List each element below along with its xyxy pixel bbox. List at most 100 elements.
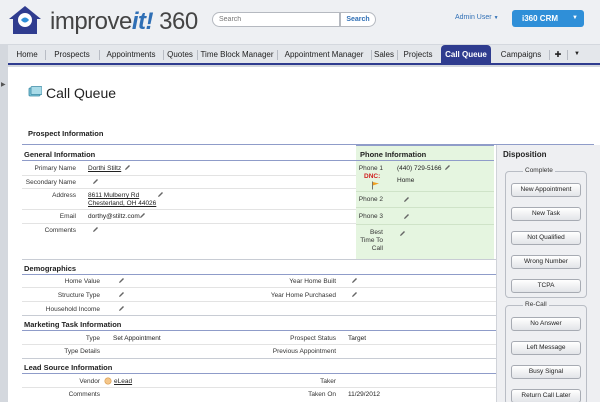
logo-wordmark: improveit! 360: [50, 8, 198, 35]
best-time-label-line2: Time To: [360, 237, 383, 244]
row-divider: [22, 209, 356, 210]
edit-pencil-icon[interactable]: [118, 277, 125, 284]
nav-sales[interactable]: Sales: [372, 45, 396, 64]
divider: [22, 315, 496, 316]
vendor-value[interactable]: eLead: [114, 378, 132, 385]
divider: [22, 373, 496, 374]
disposition-panel: Disposition Complete New Appointment New…: [496, 145, 600, 402]
disposition-title: Disposition: [503, 150, 547, 159]
nav-projects[interactable]: Projects: [398, 45, 438, 64]
address-line2[interactable]: Chesterland, OH 44026: [88, 200, 156, 207]
divider: [22, 160, 356, 161]
general-info-heading: General Information: [24, 150, 96, 159]
add-icon[interactable]: ✚: [550, 45, 566, 64]
household-income-label: Household Income: [45, 306, 100, 313]
phone1-value[interactable]: (440) 729-5166: [397, 165, 441, 172]
edit-pencil-icon[interactable]: [92, 178, 99, 185]
chevron-down-icon: ▼: [572, 15, 578, 21]
previous-appointment-label: Previous Appointment: [272, 348, 336, 355]
busy-signal-button[interactable]: Busy Signal: [511, 365, 581, 379]
user-menu[interactable]: Admin User ▼: [455, 14, 499, 21]
wrong-number-button[interactable]: Wrong Number: [511, 255, 581, 269]
edit-pencil-icon[interactable]: [403, 213, 410, 220]
left-message-button[interactable]: Left Message: [511, 341, 581, 355]
row-divider: [356, 224, 494, 225]
type-label: Type: [85, 335, 100, 342]
structure-type-label: Structure Type: [57, 292, 100, 299]
nav-time-block-manager[interactable]: Time Block Manager: [198, 45, 276, 64]
not-qualified-button[interactable]: Not Qualified: [511, 231, 581, 245]
edit-pencil-icon[interactable]: [351, 277, 358, 284]
row-divider: [356, 191, 494, 192]
complete-legend: Complete: [523, 167, 555, 174]
improveit-logo[interactable]: improveit! 360: [6, 4, 198, 38]
row-divider: [22, 301, 496, 302]
taken-on-label: Taken On: [308, 391, 336, 398]
phone-info-heading: Phone Information: [360, 150, 427, 159]
more-menu-icon[interactable]: ▼: [570, 45, 584, 64]
nav-appointments[interactable]: Appointments: [100, 45, 162, 64]
vendor-icon: [104, 377, 112, 385]
best-time-label-line3: Call: [371, 245, 383, 252]
primary-name-label: Primary Name: [34, 165, 76, 172]
nav-call-queue[interactable]: Call Queue: [441, 45, 491, 64]
row-divider: [356, 207, 494, 208]
row-divider: [22, 344, 496, 345]
nav-divider: [567, 50, 568, 60]
taken-on-value: 11/29/2012: [348, 391, 381, 398]
vendor-label: Vendor: [79, 378, 100, 385]
tcpa-button[interactable]: TCPA: [511, 279, 581, 293]
new-task-button[interactable]: New Task: [511, 207, 581, 221]
dnc-flag-icon[interactable]: [371, 181, 380, 190]
no-answer-button[interactable]: No Answer: [511, 317, 581, 331]
address-line1[interactable]: 8611 Mulberry Rd: [88, 192, 139, 199]
phone-info-panel: Phone Information Phone 1 DNC: (440) 729…: [356, 145, 494, 259]
edit-pencil-icon[interactable]: [444, 164, 451, 171]
lead-comments-label: Comments: [68, 391, 100, 398]
search-button[interactable]: Search: [340, 12, 376, 27]
secondary-name-label: Secondary Name: [25, 179, 76, 186]
nav-campaigns[interactable]: Campaigns: [494, 45, 548, 64]
email-value[interactable]: dorthy@stiltz.com: [88, 213, 140, 220]
nav-prospects[interactable]: Prospects: [46, 45, 98, 64]
edit-pencil-icon[interactable]: [399, 230, 406, 237]
year-built-label: Year Home Built: [289, 278, 336, 285]
edit-pencil-icon[interactable]: [124, 164, 131, 171]
divider: [22, 259, 496, 260]
edit-pencil-icon[interactable]: [92, 226, 99, 233]
nav-appointment-manager[interactable]: Appointment Manager: [278, 45, 370, 64]
demographics-heading: Demographics: [24, 264, 77, 273]
comments-label: Comments: [44, 227, 76, 234]
edit-pencil-icon[interactable]: [139, 212, 146, 219]
email-label: Email: [59, 213, 76, 220]
edit-pencil-icon[interactable]: [157, 191, 164, 198]
call-queue-icon: [28, 86, 42, 97]
divider: [22, 274, 496, 275]
primary-name-value[interactable]: Dorthi Stiltz: [88, 165, 121, 172]
house-logo-icon: [9, 6, 41, 34]
page-title: Call Queue: [28, 85, 116, 101]
phone1-label: Phone 1: [358, 165, 383, 172]
prospect-status-value: Target: [348, 335, 367, 342]
chevron-right-icon: ▶: [1, 82, 6, 88]
app-switcher-button[interactable]: i360 CRM ▼: [512, 10, 584, 27]
search-input[interactable]: [212, 12, 340, 27]
year-purchased-label: Year Home Purchased: [270, 292, 336, 299]
edit-pencil-icon[interactable]: [118, 291, 125, 298]
return-call-later-button[interactable]: Return Call Later: [511, 389, 581, 402]
chevron-down-icon: ▼: [493, 15, 499, 21]
dnc-label: DNC:: [364, 173, 381, 180]
edit-pencil-icon[interactable]: [351, 291, 358, 298]
divider: [22, 358, 496, 359]
phone1-type: Home: [397, 177, 415, 184]
main-content: Call Queue Prospect Information General …: [8, 67, 600, 402]
edit-pencil-icon[interactable]: [118, 305, 125, 312]
row-divider: [22, 188, 356, 189]
new-appointment-button[interactable]: New Appointment: [511, 183, 581, 197]
nav-home[interactable]: Home: [10, 45, 44, 64]
nav-quotes[interactable]: Quotes: [164, 45, 196, 64]
address-label: Address: [52, 192, 76, 199]
type-value: Set Appointment: [113, 335, 161, 342]
edit-pencil-icon[interactable]: [403, 196, 410, 203]
sidebar-toggle[interactable]: ▶: [0, 67, 8, 402]
